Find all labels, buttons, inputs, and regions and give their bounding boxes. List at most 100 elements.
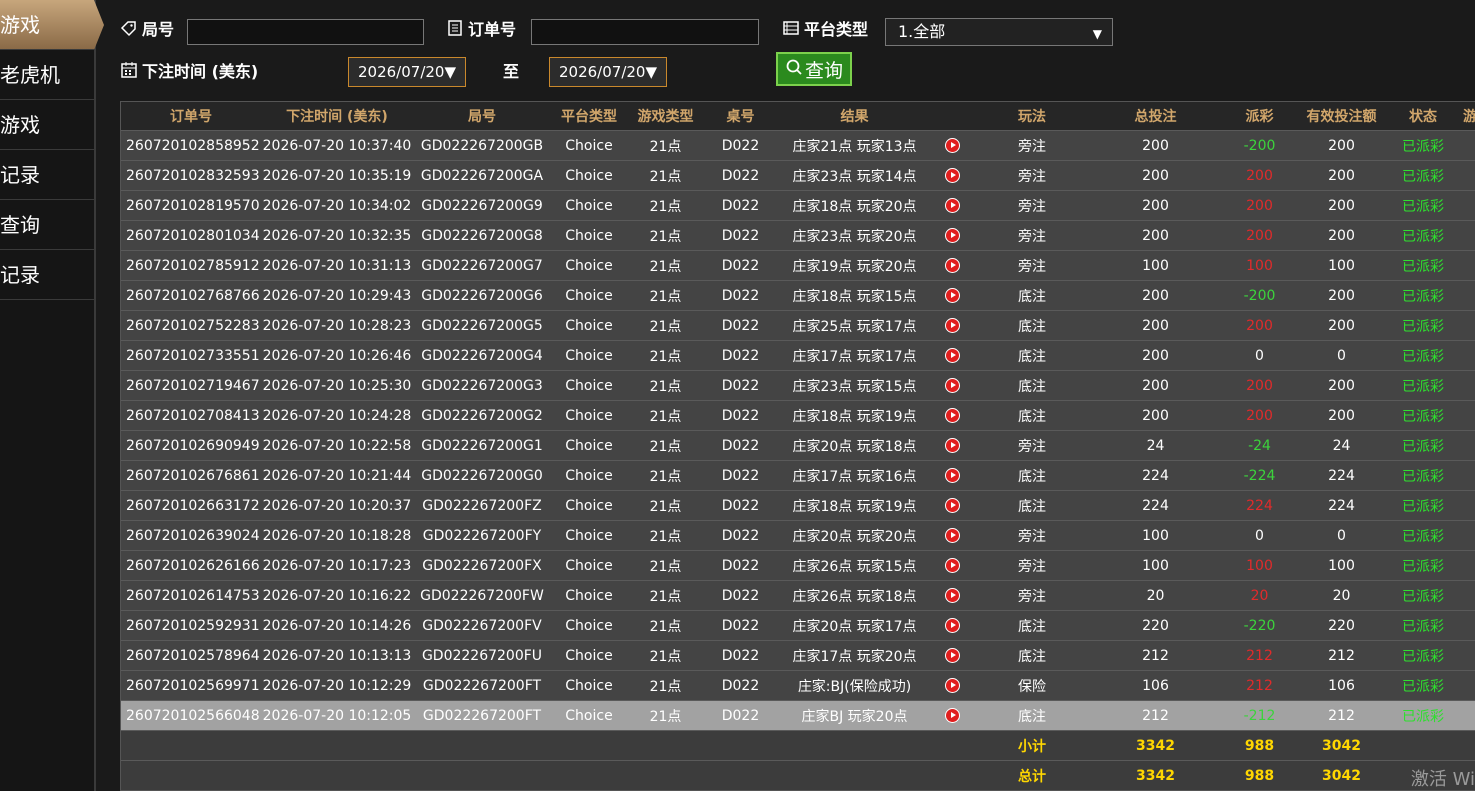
column-header[interactable]: 玩法 [972, 102, 1092, 131]
sidebar-item-4[interactable]: 查询 [0, 200, 94, 250]
platform-cell: Choice [551, 190, 627, 221]
valid-bet-cell: 200 [1300, 370, 1383, 401]
total-bet-cell: 200 [1092, 220, 1219, 251]
round-number-cell: GD022267200G8 [413, 220, 551, 251]
table-row[interactable]: 260720102578964 2026-07-20 10:13:13 GD0222… [121, 640, 1475, 671]
column-header[interactable]: 下注时间 (美东) [261, 102, 413, 131]
column-header[interactable] [932, 102, 972, 131]
total-bet-cell: 200 [1092, 280, 1219, 311]
play-icon[interactable] [944, 228, 960, 243]
table-row[interactable]: 260720102708413 2026-07-20 10:24:28 GD0222… [121, 400, 1475, 431]
column-header[interactable]: 桌号 [704, 102, 777, 131]
play-type-cell: 旁注 [972, 550, 1092, 581]
play-icon[interactable] [944, 378, 960, 393]
column-header[interactable]: 局号 [413, 102, 551, 131]
round-number-cell: GD022267200FX [413, 550, 551, 581]
table-row[interactable]: 260720102592931 2026-07-20 10:14:26 GD0222… [121, 610, 1475, 641]
table-row[interactable]: 260720102785912 2026-07-20 10:31:13 GD0222… [121, 250, 1475, 281]
play-icon[interactable] [944, 498, 960, 513]
round-number-cell: GD022267200G7 [413, 250, 551, 281]
bet-time-cell: 2026-07-20 10:34:02 [261, 190, 413, 221]
table-row[interactable]: 260720102768766 2026-07-20 10:29:43 GD0222… [121, 280, 1475, 311]
column-header[interactable]: 平台类型 [551, 102, 627, 131]
table-number-cell: D022 [704, 430, 777, 461]
replay-cell [932, 580, 972, 611]
table-row[interactable]: 260720102832593 2026-07-20 10:35:19 GD0222… [121, 160, 1475, 191]
column-header[interactable]: 游戏类型 [627, 102, 704, 131]
date-to-picker[interactable]: 2026/07/20▼ [549, 57, 667, 87]
play-icon[interactable] [944, 468, 960, 483]
sidebar-item-5[interactable]: 记录 [0, 250, 94, 300]
play-icon[interactable] [944, 528, 960, 543]
play-icon[interactable] [944, 198, 960, 213]
column-header[interactable]: 总投注 [1092, 102, 1219, 131]
play-icon[interactable] [944, 408, 960, 423]
play-icon[interactable] [944, 588, 960, 603]
round-number-cell: GD022267200GA [413, 160, 551, 191]
column-header[interactable]: 游戏 [1463, 102, 1475, 131]
column-header[interactable]: 结果 [777, 102, 932, 131]
table-number-cell: D022 [704, 460, 777, 491]
order-input[interactable] [531, 19, 759, 45]
column-header[interactable]: 派彩 [1219, 102, 1300, 131]
play-icon[interactable] [944, 708, 960, 723]
platform-select[interactable]: 1.全部 ▼ [885, 18, 1113, 46]
column-header[interactable]: 订单号 [121, 102, 261, 131]
table-row[interactable]: 260720102801034 2026-07-20 10:32:35 GD0222… [121, 220, 1475, 251]
sidebar-item-2[interactable]: 游戏 [0, 100, 94, 150]
table-number-cell: D022 [704, 250, 777, 281]
play-type-cell: 底注 [972, 280, 1092, 311]
table-number-cell: D022 [704, 670, 777, 701]
table-row[interactable]: 260720102614753 2026-07-20 10:16:22 GD0222… [121, 580, 1475, 611]
sidebar-item-3[interactable]: 记录 [0, 150, 94, 200]
valid-bet-cell: 106 [1300, 670, 1383, 701]
table-row[interactable]: 260720102719467 2026-07-20 10:25:30 GD0222… [121, 370, 1475, 401]
sidebar-item-1[interactable]: 老虎机 [0, 50, 94, 100]
payout-cell: -220 [1219, 610, 1300, 641]
table-row[interactable]: 260720102858952 2026-07-20 10:37:40 GD0222… [121, 130, 1475, 161]
result-cell: 庄家18点 玩家15点 [777, 280, 932, 311]
table-header-row: 订单号 下注时间 (美东) 局号 平台类型 游戏类型 桌号 结果 玩法 总投注 派彩 有效投注额 状态… [121, 102, 1475, 131]
play-icon[interactable] [944, 618, 960, 633]
play-icon[interactable] [944, 168, 960, 183]
table-number-cell: D022 [704, 490, 777, 521]
play-icon[interactable] [944, 558, 960, 573]
result-cell: 庄家21点 玩家13点 [777, 130, 932, 161]
result-cell: 庄家23点 玩家15点 [777, 370, 932, 401]
play-icon[interactable] [944, 318, 960, 333]
total-bet-cell: 212 [1092, 640, 1219, 671]
sidebar-item-0[interactable]: 游戏 [0, 0, 104, 50]
game-cell [1463, 610, 1475, 641]
table-row[interactable]: 260720102663172 2026-07-20 10:20:37 GD0222… [121, 490, 1475, 521]
play-icon[interactable] [944, 138, 960, 153]
play-icon[interactable] [944, 348, 960, 363]
valid-bet-cell: 100 [1300, 250, 1383, 281]
table-row[interactable]: 260720102733551 2026-07-20 10:26:46 GD0222… [121, 340, 1475, 371]
play-icon[interactable] [944, 288, 960, 303]
query-button[interactable]: 查询 [776, 52, 852, 86]
bet-time-cell: 2026-07-20 10:21:44 [261, 460, 413, 491]
play-icon[interactable] [944, 438, 960, 453]
game-type-cell: 21点 [627, 490, 704, 521]
column-header[interactable]: 有效投注额 [1300, 102, 1383, 131]
table-row[interactable]: 260720102626166 2026-07-20 10:17:23 GD0222… [121, 550, 1475, 581]
payout-cell: 0 [1219, 520, 1300, 551]
play-icon[interactable] [944, 648, 960, 663]
column-header[interactable]: 状态 [1383, 102, 1463, 131]
game-type-cell: 21点 [627, 160, 704, 191]
play-type-cell: 底注 [972, 610, 1092, 641]
play-icon[interactable] [944, 678, 960, 693]
game-cell [1463, 250, 1475, 281]
result-cell: 庄家:BJ(保险成功) [777, 670, 932, 701]
table-row[interactable]: 260720102639024 2026-07-20 10:18:28 GD0222… [121, 520, 1475, 551]
round-input[interactable] [187, 19, 424, 45]
table-row[interactable]: 260720102819570 2026-07-20 10:34:02 GD0222… [121, 190, 1475, 221]
date-from-picker[interactable]: 2026/07/20▼ [348, 57, 466, 87]
table-row[interactable]: 260720102676861 2026-07-20 10:21:44 GD0222… [121, 460, 1475, 491]
table-row[interactable]: 260720102569971 2026-07-20 10:12:29 GD0222… [121, 670, 1475, 701]
table-row[interactable]: 260720102690949 2026-07-20 10:22:58 GD0222… [121, 430, 1475, 461]
table-row[interactable]: 260720102566048 2026-07-20 10:12:05 GD0222… [121, 700, 1475, 731]
replay-cell [932, 670, 972, 701]
table-row[interactable]: 260720102752283 2026-07-20 10:28:23 GD0222… [121, 310, 1475, 341]
play-icon[interactable] [944, 258, 960, 273]
